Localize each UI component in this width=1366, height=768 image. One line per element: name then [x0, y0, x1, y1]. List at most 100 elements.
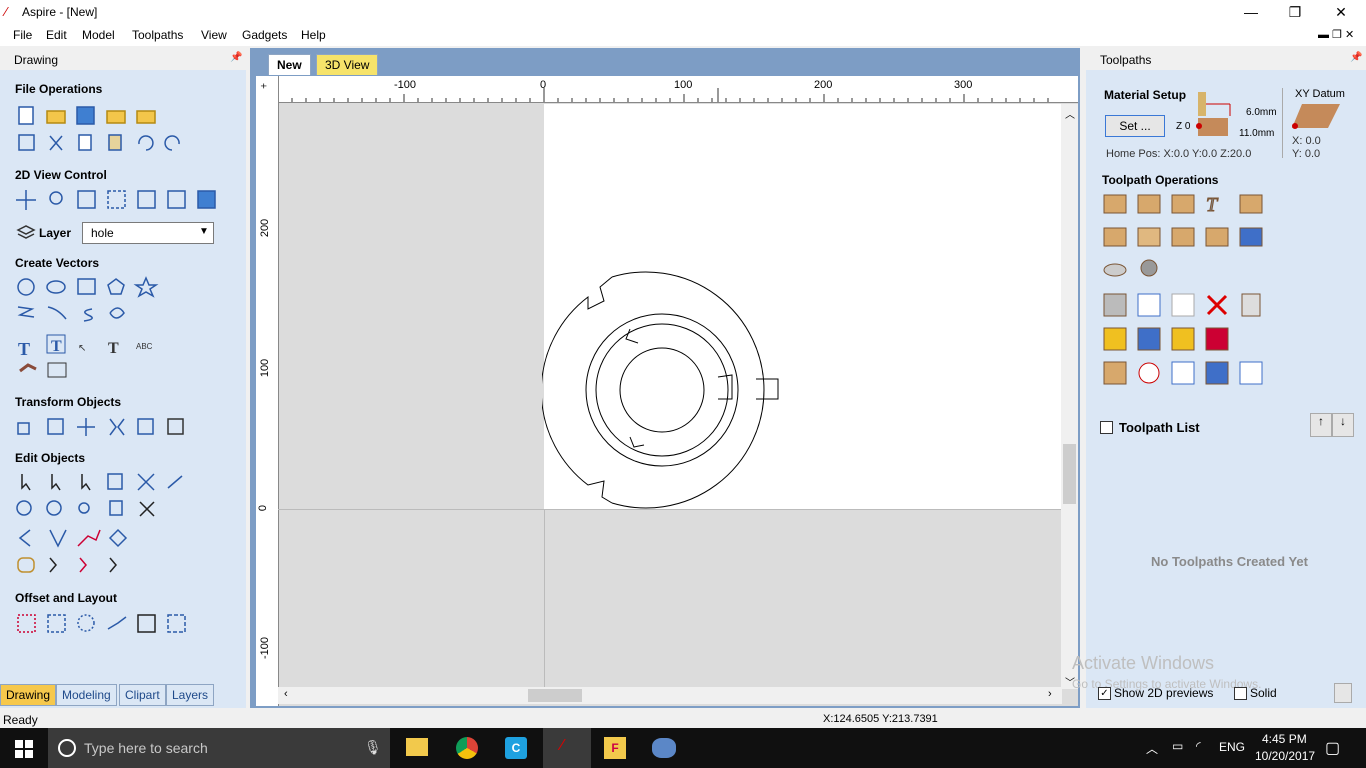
copy-along-icon — [107, 616, 127, 630]
toolpath-list-panel: Toolpath List ↑ ↓ No Toolpaths Created Y… — [1072, 405, 1366, 708]
toolpath-tiling-icon — [1205, 327, 1229, 351]
tray-chevron-icon[interactable]: ︿ — [1146, 740, 1158, 757]
menu-edit[interactable]: Edit — [46, 28, 67, 42]
3d-roughing-icon — [1103, 263, 1127, 277]
pin-icon[interactable]: 📌 — [230, 52, 242, 63]
time-estimate-icon — [1138, 362, 1160, 384]
toolpath-operations-title: Toolpath Operations — [1102, 173, 1219, 187]
xy-datum-icon[interactable] — [1290, 102, 1340, 132]
scroll-right-icon[interactable]: › — [1048, 688, 1052, 700]
maximize-button[interactable]: ❐ — [1272, 0, 1318, 24]
tab-clipart[interactable]: Clipart — [119, 684, 166, 706]
tab-3d-view[interactable]: 3D View — [316, 54, 379, 75]
horizontal-scrollbar-thumb[interactable] — [528, 689, 582, 702]
toolpath-operations-icons[interactable]: T — [1102, 192, 1272, 388]
app-logo-icon: ⁄ — [5, 4, 8, 19]
measure-icon — [167, 475, 183, 489]
file-operations-icons[interactable] — [14, 104, 194, 156]
move-up-button[interactable]: ↑ — [1310, 413, 1332, 437]
offset-layout-title: Offset and Layout — [15, 591, 118, 605]
app-vectric-icon[interactable] — [652, 738, 676, 758]
align-icon — [77, 418, 95, 436]
toolpath-list-checkbox[interactable] — [1100, 421, 1113, 434]
interactive-select-icon — [107, 473, 123, 490]
menu-view[interactable]: View — [201, 28, 227, 42]
mirror-icon — [109, 418, 125, 436]
tab-new[interactable]: New — [268, 54, 311, 75]
menu-gadgets[interactable]: Gadgets — [242, 28, 287, 42]
language-indicator[interactable]: ENG — [1219, 740, 1245, 754]
clock-date[interactable]: 10/20/2017 — [1255, 749, 1315, 763]
divider — [1282, 88, 1283, 158]
node-edit-icon — [51, 474, 61, 491]
layer-label: Layer — [39, 226, 72, 240]
tab-drawing[interactable]: Drawing — [0, 684, 57, 706]
notification-icon[interactable]: ▢ — [1325, 738, 1340, 758]
app-f-icon[interactable]: F — [604, 737, 626, 759]
transform-icons[interactable] — [14, 415, 194, 439]
ruler-vertical — [256, 76, 279, 706]
create-vectors-title: Create Vectors — [15, 256, 100, 270]
pin-icon[interactable]: 📌 — [1350, 52, 1362, 63]
app-c-icon[interactable]: C — [505, 737, 527, 759]
tab-modeling[interactable]: Modeling — [56, 684, 117, 706]
engraving-icon — [1239, 194, 1263, 214]
horizontal-scrollbar[interactable]: ‹ › — [278, 687, 1062, 704]
tab-layers[interactable]: Layers — [166, 684, 215, 706]
copy-icon — [78, 134, 92, 151]
scroll-up-icon[interactable]: ︿ — [1065, 106, 1075, 121]
middle-ring-outer — [585, 313, 739, 467]
chrome-icon[interactable] — [456, 737, 478, 759]
minimize-button[interactable]: — — [1228, 0, 1274, 24]
menu-file[interactable]: File — [13, 28, 32, 42]
microphone-icon[interactable]: 🎙 — [364, 739, 382, 756]
save-toolpath-file-icon — [1205, 361, 1229, 385]
offset-layout-icons[interactable] — [14, 611, 194, 635]
status-bar: Ready X:124.6505 Y:213.7391 — [0, 710, 1366, 728]
vertical-scrollbar-thumb[interactable] — [1063, 444, 1076, 504]
menu-model[interactable]: Model — [82, 28, 115, 42]
pocket-toolpath-icon — [1137, 194, 1161, 214]
move-down-button[interactable]: ↓ — [1332, 413, 1354, 437]
drawing-panel-header: Drawing 📌 — [0, 48, 246, 70]
subtract-icon — [78, 502, 90, 514]
menu-help[interactable]: Help — [301, 28, 326, 42]
create-vectors-icons[interactable]: T T ↖ T ABC — [14, 275, 174, 385]
part-drawing[interactable] — [542, 271, 782, 511]
arc-text-icon: ABC — [136, 342, 153, 351]
auto-layout-icon — [167, 614, 186, 633]
menu-bar: File Edit Model Toolpaths View Gadgets H… — [0, 24, 1366, 46]
aspire-taskbar-button[interactable]: ⁄ — [543, 728, 591, 768]
edit-objects-icons[interactable] — [14, 470, 194, 582]
inner-hole — [619, 347, 705, 433]
ruler-y-label: 0 — [257, 504, 270, 512]
search-icon — [58, 739, 76, 757]
scroll-left-icon[interactable]: ‹ — [284, 688, 288, 700]
clock-time[interactable]: 4:45 PM — [1262, 732, 1307, 746]
vertical-scrollbar[interactable]: ︿ ﹀ — [1061, 104, 1078, 689]
close-button[interactable]: ✕ — [1318, 0, 1364, 24]
show-2d-checkbox[interactable]: ✓ — [1098, 687, 1111, 700]
wifi-icon[interactable]: ◜ — [1196, 739, 1201, 753]
prism-icon — [1205, 227, 1229, 247]
material-setup-title: Material Setup — [1104, 88, 1187, 102]
mdi-controls[interactable]: ▬ ❐ ✕ — [1318, 28, 1354, 41]
file-explorer-icon[interactable] — [406, 738, 428, 756]
ruler-corner-icon[interactable]: ⁺ — [260, 80, 267, 97]
search-box[interactable]: Type here to search 🎙 — [48, 728, 390, 768]
view-control-icons[interactable] — [14, 188, 224, 212]
menu-toolpaths[interactable]: Toolpaths — [132, 28, 183, 42]
layer-select[interactable]: hole ▼ — [82, 222, 214, 244]
file-operations-title: File Operations — [15, 82, 103, 96]
job-sheet-icon — [1171, 361, 1195, 385]
drawing-canvas[interactable]: ⁺ -100 0 100 200 300 200 100 0 -100 ︿ ﹀ — [256, 76, 1078, 706]
title-bar: ⁄ Aspire - [New] — ❐ ✕ — [0, 0, 1366, 24]
windows-start-icon[interactable] — [15, 740, 33, 758]
transform-select-icon — [81, 474, 91, 491]
solid-checkbox[interactable] — [1234, 687, 1247, 700]
move-icon — [17, 422, 30, 435]
material-set-button[interactable]: Set ... — [1105, 115, 1165, 137]
toolpath-summary-button[interactable] — [1334, 683, 1352, 703]
toolpath-preview-icon — [1103, 327, 1127, 351]
battery-icon[interactable]: ▭ — [1172, 739, 1183, 753]
